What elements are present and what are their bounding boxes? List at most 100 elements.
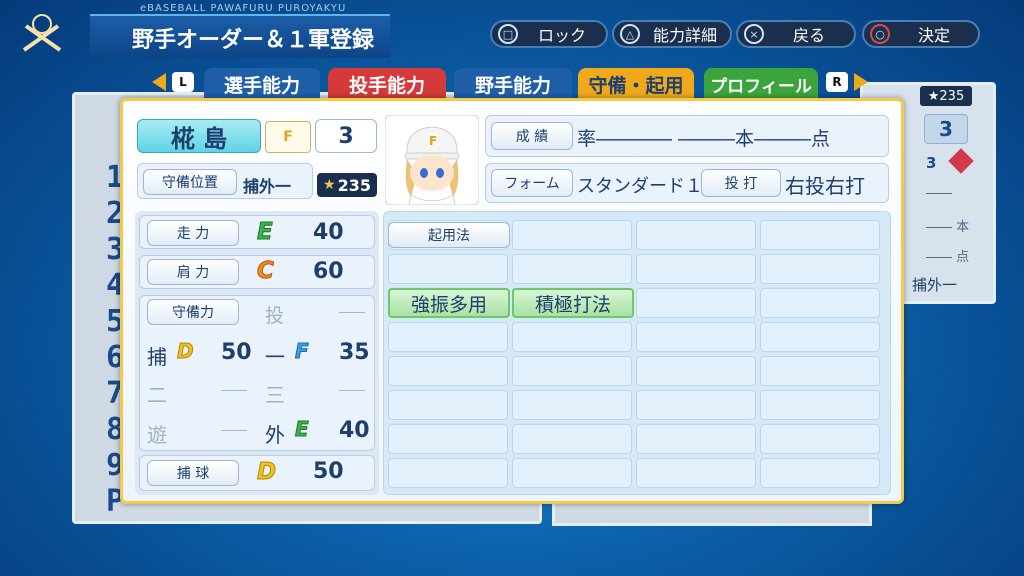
special-ability[interactable]: 積極打法: [512, 288, 634, 318]
svg-text:F: F: [429, 134, 437, 148]
pitcher-value: ――: [339, 305, 365, 320]
ability-slot[interactable]: [760, 288, 880, 318]
speed-grade: E: [257, 219, 274, 246]
ability-slot[interactable]: [636, 390, 756, 420]
ability-slot[interactable]: [512, 356, 632, 386]
player-detail-card: 椛 島 F 3 守備位置 捕外一 ★ 235 F 成 績 率―――― ―――本――…: [120, 98, 904, 504]
ability-slot[interactable]: [512, 322, 632, 352]
ability-slot[interactable]: [388, 322, 508, 352]
fielding-label: 守備力: [147, 299, 239, 325]
side-line: ―― 本: [926, 220, 970, 235]
r-shoulder-icon: R: [826, 72, 848, 92]
catcher-grade: D: [177, 339, 195, 364]
ability-slot[interactable]: [760, 322, 880, 352]
shortstop-value: ――: [221, 423, 247, 438]
ability-slot[interactable]: [636, 458, 756, 488]
lock-button[interactable]: □ ロック: [490, 20, 608, 48]
tab-defense-usage[interactable]: 守備・起用: [578, 68, 694, 100]
star-rating-badge: ★ 235: [317, 173, 377, 197]
ability-slot[interactable]: [760, 254, 880, 284]
square-button-icon: □: [498, 24, 518, 44]
catching-value: 50: [313, 459, 344, 484]
outfield-value: 40: [339, 418, 370, 443]
catcher-value: 50: [221, 340, 252, 365]
tab-fielder-ability[interactable]: 野手能力: [454, 68, 572, 100]
catching-label: 捕 球: [147, 460, 239, 486]
side-uniform-number: 3: [924, 114, 968, 144]
second-base-value: ――: [221, 383, 247, 398]
ability-slot[interactable]: [388, 458, 508, 488]
outfield-label: 外: [265, 423, 285, 447]
ability-slot[interactable]: [636, 220, 756, 250]
confirm-button[interactable]: ○ 決定: [862, 20, 980, 48]
l-shoulder-icon: L: [172, 72, 194, 92]
star-icon: ★: [323, 177, 336, 193]
ability-slot[interactable]: [636, 254, 756, 284]
ability-slot[interactable]: [388, 424, 508, 454]
ability-slot[interactable]: [760, 220, 880, 250]
speed-value: 40: [313, 220, 344, 245]
speed-label: 走 力: [147, 220, 239, 246]
game-logo-icon: [22, 14, 62, 52]
tab-pitcher-ability[interactable]: 投手能力: [328, 68, 446, 100]
form-label: フォーム: [491, 169, 573, 197]
circle-button-icon: ○: [870, 24, 890, 44]
cross-button-icon: ×: [744, 24, 764, 44]
side-line: ―― 点: [926, 250, 970, 265]
first-base-grade: F: [295, 339, 310, 364]
ability-slot[interactable]: [760, 390, 880, 420]
ability-slot[interactable]: [388, 356, 508, 386]
player-portrait: F: [385, 115, 479, 205]
ability-detail-button[interactable]: △ 能力詳細: [612, 20, 732, 48]
tab-player-ability[interactable]: 選手能力: [204, 68, 320, 100]
ability-slot[interactable]: [636, 356, 756, 386]
ability-slot[interactable]: [512, 390, 632, 420]
ability-slot[interactable]: [512, 424, 632, 454]
arm-value: 60: [313, 259, 344, 284]
uniform-number: 3: [315, 119, 377, 153]
catching-grade: D: [256, 459, 277, 486]
back-button[interactable]: × 戻る: [736, 20, 856, 48]
record-label: 成 績: [491, 122, 573, 150]
ability-slot[interactable]: [636, 322, 756, 352]
special-ability[interactable]: 強振多用: [388, 288, 510, 318]
ability-slot[interactable]: [388, 390, 508, 420]
arm-grade: C: [257, 258, 275, 285]
first-base-label: 一: [265, 345, 285, 369]
ability-grid-panel: 起用法 強振多用 積極打法: [383, 211, 891, 495]
ability-slot[interactable]: [512, 220, 632, 250]
pitcher-label: 投: [265, 305, 285, 327]
ability-slot[interactable]: [760, 458, 880, 488]
record-value: 率―――― ―――本―――点: [577, 128, 831, 150]
third-base-value: ――: [339, 383, 365, 398]
page-title: 野手オーダー＆１軍登録: [132, 28, 375, 53]
ability-slot[interactable]: [512, 254, 632, 284]
side-line: ――: [926, 186, 952, 201]
side-star-rating: ★ 235: [920, 86, 972, 106]
form-value: スタンダード１２: [577, 176, 721, 197]
shortstop-label: 遊: [147, 423, 167, 447]
third-base-label: 三: [265, 383, 285, 407]
tab-next-arrow-icon[interactable]: [854, 73, 868, 91]
ability-slot[interactable]: [388, 254, 508, 284]
tab-prev-arrow-icon[interactable]: [152, 73, 166, 91]
ability-slot[interactable]: [760, 424, 880, 454]
throw-bat-label: 投 打: [701, 169, 781, 197]
side-value: 3: [926, 154, 937, 172]
ability-slot[interactable]: [636, 288, 756, 318]
ability-slot[interactable]: [760, 356, 880, 386]
ability-slot[interactable]: [512, 458, 632, 488]
outfield-grade: E: [295, 417, 310, 442]
second-base-label: 二: [147, 383, 167, 407]
throw-bat-value: 右投右打: [785, 174, 865, 198]
position-label: 守備位置: [143, 169, 237, 195]
first-base-value: 35: [339, 340, 370, 365]
ability-slot[interactable]: [636, 424, 756, 454]
catcher-label: 捕: [147, 345, 167, 369]
player-name: 椛 島: [137, 119, 261, 153]
side-position: 捕外一: [912, 276, 958, 294]
tab-profile[interactable]: プロフィール: [704, 68, 818, 100]
position-value: 捕外一: [243, 177, 292, 196]
header-subtitle: eBASEBALL PAWAFURU PUROYAKYU: [140, 3, 347, 14]
usage-label: 起用法: [388, 222, 510, 248]
